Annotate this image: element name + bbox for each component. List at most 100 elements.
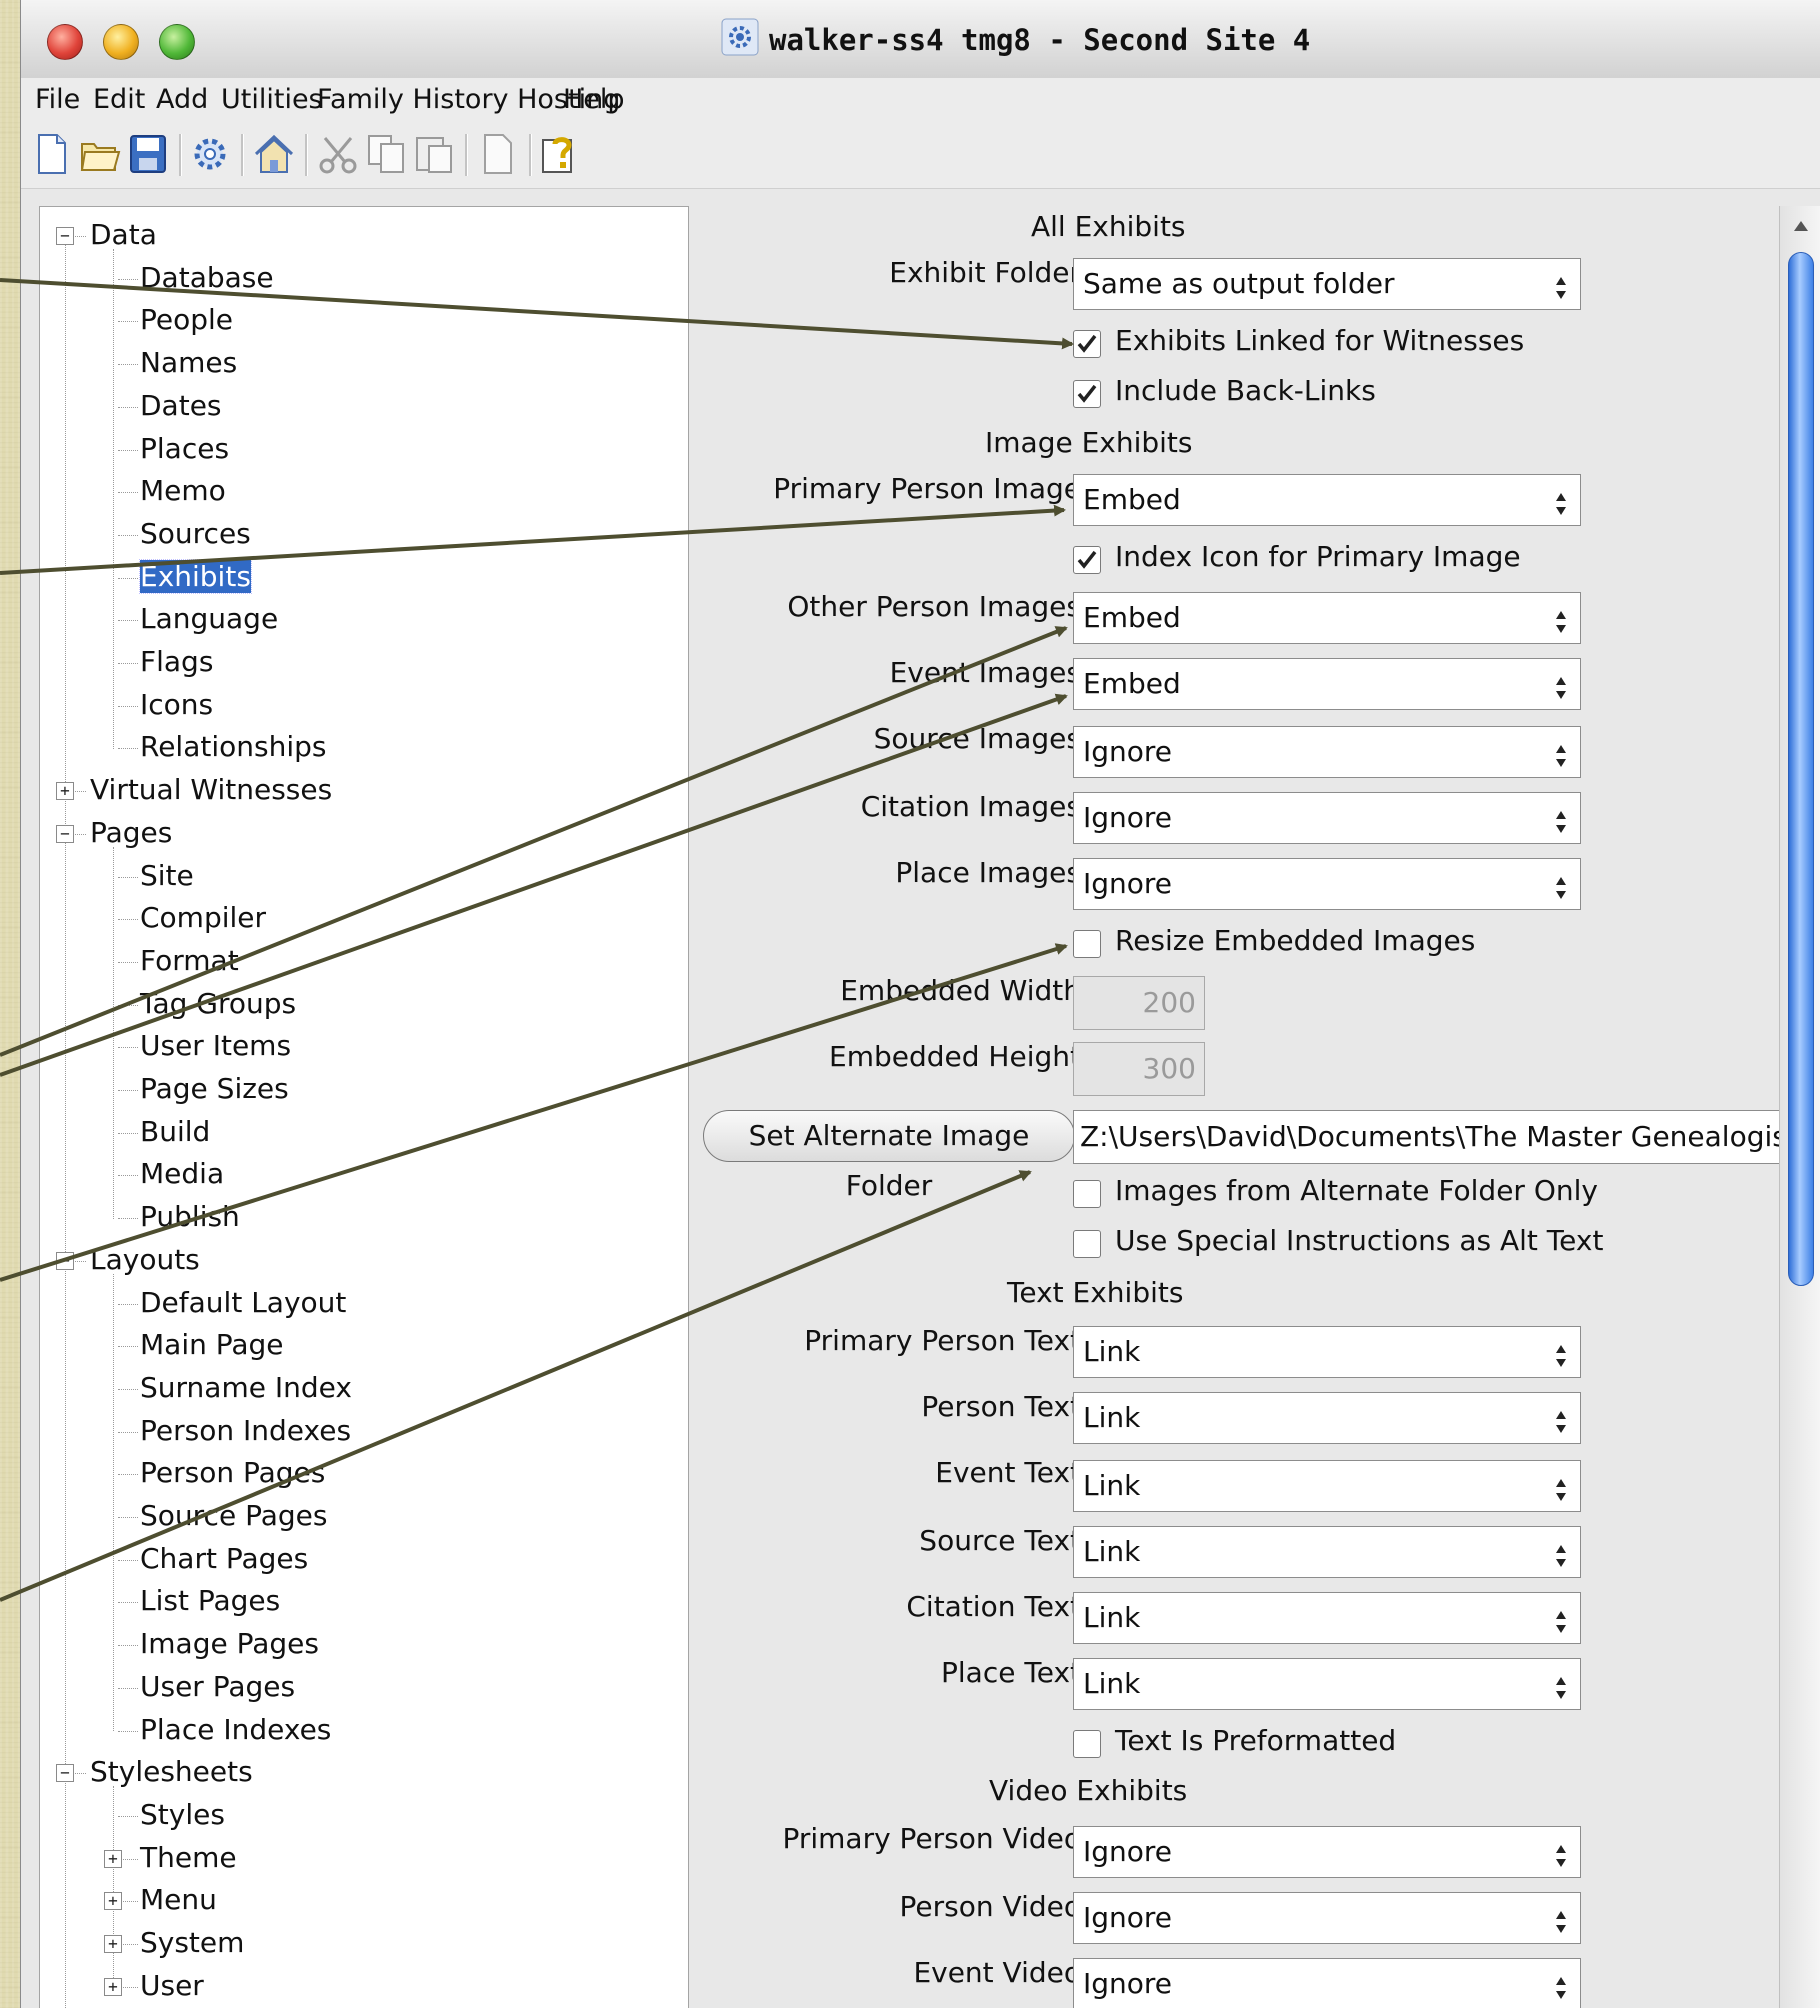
help-icon[interactable] bbox=[539, 132, 581, 176]
primary-person-image-select[interactable]: Embed bbox=[1073, 474, 1581, 526]
tree-node-format[interactable]: Format bbox=[140, 941, 239, 981]
tree-node-user-pages[interactable]: User Pages bbox=[140, 1667, 295, 1707]
tree-node-tag-groups[interactable]: Tag Groups bbox=[140, 984, 296, 1024]
special-instructions-alt-text-checkbox[interactable] bbox=[1073, 1230, 1101, 1258]
place-text-select[interactable]: Link bbox=[1073, 1658, 1581, 1710]
tree-node-page-sizes[interactable]: Page Sizes bbox=[140, 1069, 289, 1109]
tree-node-person-indexes[interactable]: Person Indexes bbox=[140, 1411, 351, 1451]
tree-node-pages[interactable]: Pages bbox=[90, 813, 172, 853]
tree-node-image-pages[interactable]: Image Pages bbox=[140, 1624, 319, 1664]
tree-node-layouts[interactable]: Layouts bbox=[90, 1240, 200, 1280]
tree-node-compiler[interactable]: Compiler bbox=[140, 898, 266, 938]
index-icon-primary-image-checkbox[interactable] bbox=[1073, 546, 1101, 574]
gear-icon[interactable] bbox=[189, 132, 231, 176]
exhibits-linked-witnesses-checkbox[interactable] bbox=[1073, 330, 1101, 358]
person-video-select[interactable]: Ignore bbox=[1073, 1892, 1581, 1944]
tree-node-user[interactable]: User bbox=[140, 1966, 204, 2006]
citation-text-label: Citation Text bbox=[906, 1590, 1081, 1623]
tree-node-names[interactable]: Names bbox=[140, 343, 237, 383]
alternate-folder-path-field[interactable]: Z:\Users\David\Documents\The Master Gene… bbox=[1073, 1110, 1781, 1164]
expand-toggle-icon[interactable]: + bbox=[104, 1849, 122, 1868]
other-person-images-select[interactable]: Embed bbox=[1073, 592, 1581, 644]
tree-node-chart-pages[interactable]: Chart Pages bbox=[140, 1539, 308, 1579]
embedded-width-field[interactable]: 200 bbox=[1073, 976, 1205, 1030]
tree-node-language[interactable]: Language bbox=[140, 599, 278, 639]
tree-node-relationships[interactable]: Relationships bbox=[140, 727, 326, 767]
tree-node-site[interactable]: Site bbox=[140, 856, 194, 896]
tree-node-virtual-witnesses[interactable]: Virtual Witnesses bbox=[90, 770, 332, 810]
primary-person-text-select[interactable]: Link bbox=[1073, 1326, 1581, 1378]
tree-node-stylesheets[interactable]: Stylesheets bbox=[90, 1752, 253, 1792]
tree-node-source-pages[interactable]: Source Pages bbox=[140, 1496, 327, 1536]
expand-toggle-icon[interactable]: + bbox=[104, 1935, 122, 1953]
save-icon[interactable] bbox=[127, 132, 169, 176]
vertical-scrollbar[interactable] bbox=[1779, 206, 1820, 2008]
event-video-select[interactable]: Ignore bbox=[1073, 1958, 1581, 2008]
home-icon[interactable] bbox=[253, 132, 295, 176]
tree-node-media[interactable]: Media bbox=[140, 1154, 224, 1194]
person-text-select[interactable]: Link bbox=[1073, 1392, 1581, 1444]
tree-node-surname-index[interactable]: Surname Index bbox=[140, 1368, 352, 1408]
collapse-toggle-icon[interactable]: − bbox=[56, 1764, 74, 1783]
source-images-select[interactable]: Ignore bbox=[1073, 726, 1581, 778]
tree-node-menu[interactable]: Menu bbox=[140, 1880, 217, 1920]
tree-node-database[interactable]: Database bbox=[140, 258, 274, 298]
collapse-toggle-icon[interactable]: − bbox=[56, 227, 74, 245]
expand-toggle-icon[interactable]: + bbox=[56, 782, 74, 801]
include-back-links-checkbox[interactable] bbox=[1073, 380, 1101, 408]
tree-node-main-page[interactable]: Main Page bbox=[140, 1325, 284, 1365]
tree-node-sources[interactable]: Sources bbox=[140, 514, 251, 554]
expand-toggle-icon[interactable]: + bbox=[104, 1892, 122, 1911]
title-bar[interactable]: walker-ss4 tmg8 - Second Site 4 bbox=[21, 0, 1820, 85]
tree-node-people[interactable]: People bbox=[140, 300, 233, 340]
tree-node-user-items[interactable]: User Items bbox=[140, 1026, 291, 1066]
menu-file[interactable]: File bbox=[35, 78, 80, 122]
tree-connector bbox=[113, 846, 114, 1220]
scroll-up-arrow-icon[interactable] bbox=[1792, 218, 1810, 237]
tree-node-theme[interactable]: Theme bbox=[140, 1838, 237, 1878]
expand-toggle-icon[interactable]: + bbox=[104, 1977, 122, 1996]
tree-node-build[interactable]: Build bbox=[140, 1112, 210, 1152]
primary-person-video-select[interactable]: Ignore bbox=[1073, 1826, 1581, 1878]
tree-node-dates[interactable]: Dates bbox=[140, 386, 222, 426]
citation-images-select[interactable]: Ignore bbox=[1073, 792, 1581, 844]
citation-text-select[interactable]: Link bbox=[1073, 1592, 1581, 1644]
settings-tree[interactable]: Data − Database People Names Dates Places Memo S… bbox=[39, 206, 689, 2008]
text-preformatted-checkbox[interactable] bbox=[1073, 1730, 1101, 1758]
menu-edit[interactable]: Edit bbox=[93, 78, 145, 122]
tree-node-styles[interactable]: Styles bbox=[140, 1795, 225, 1835]
tree-node-flags[interactable]: Flags bbox=[140, 642, 213, 682]
tree-node-publish[interactable]: Publish bbox=[140, 1197, 240, 1237]
event-text-select[interactable]: Link bbox=[1073, 1460, 1581, 1512]
resize-embedded-images-checkbox[interactable] bbox=[1073, 930, 1101, 958]
menu-add[interactable]: Add bbox=[156, 78, 208, 122]
tree-node-places[interactable]: Places bbox=[140, 429, 229, 469]
tree-node-system[interactable]: System bbox=[140, 1923, 244, 1963]
embedded-height-field[interactable]: 300 bbox=[1073, 1042, 1205, 1096]
exhibit-folder-select[interactable]: Same as output folder bbox=[1073, 258, 1581, 310]
close-window-button[interactable] bbox=[47, 24, 83, 60]
place-images-select[interactable]: Ignore bbox=[1073, 858, 1581, 910]
collapse-toggle-icon[interactable]: − bbox=[56, 1251, 74, 1270]
menu-help[interactable]: Help bbox=[563, 78, 625, 122]
new-document-icon[interactable] bbox=[31, 132, 73, 176]
menu-utilities[interactable]: Utilities bbox=[221, 78, 323, 122]
tree-node-memo[interactable]: Memo bbox=[140, 471, 226, 511]
tree-node-data[interactable]: Data bbox=[90, 215, 157, 255]
tree-node-list-pages[interactable]: List Pages bbox=[140, 1581, 280, 1621]
tree-node-default-layout[interactable]: Default Layout bbox=[140, 1283, 346, 1323]
tree-node-icons[interactable]: Icons bbox=[140, 685, 213, 725]
tree-node-person-pages[interactable]: Person Pages bbox=[140, 1453, 325, 1493]
scroll-thumb[interactable] bbox=[1788, 252, 1814, 1286]
event-images-select[interactable]: Embed bbox=[1073, 658, 1581, 710]
tree-node-exhibits[interactable]: Exhibits bbox=[139, 557, 252, 597]
images-alternate-folder-only-checkbox[interactable] bbox=[1073, 1180, 1101, 1208]
tree-node-place-indexes[interactable]: Place Indexes bbox=[140, 1710, 331, 1750]
set-alternate-image-folder-button[interactable]: Set Alternate Image Folder bbox=[703, 1110, 1075, 1202]
minimize-window-button[interactable] bbox=[103, 24, 139, 60]
collapse-toggle-icon[interactable]: − bbox=[56, 824, 74, 843]
source-text-select[interactable]: Link bbox=[1073, 1526, 1581, 1578]
tree-connector bbox=[118, 449, 138, 451]
open-folder-icon[interactable] bbox=[79, 132, 121, 176]
zoom-window-button[interactable] bbox=[159, 24, 195, 60]
